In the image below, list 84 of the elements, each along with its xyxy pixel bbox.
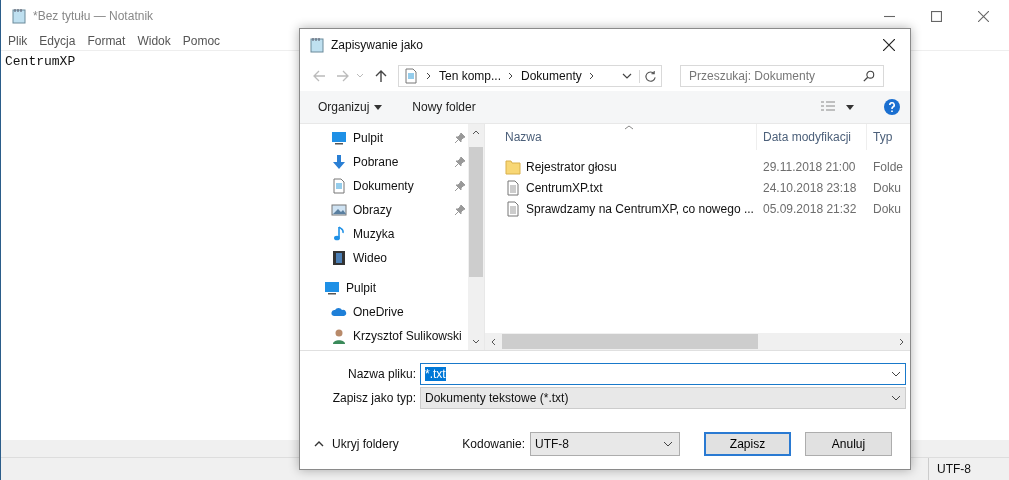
text-file-icon [505,200,521,217]
chevron-right-icon[interactable] [426,72,432,80]
menu-item[interactable]: Widok [137,34,171,48]
pin-icon[interactable] [455,205,465,215]
encoding-dropdown[interactable]: UTF-8 [530,432,680,456]
file-date: 24.10.2018 23:18 [762,180,858,195]
organize-menu-button[interactable]: Organizuj [318,100,383,114]
status-encoding: UTF-8 [936,462,972,476]
file-date: 05.09.2018 21:32 [762,201,858,216]
close-icon[interactable] [883,39,895,51]
monitor-icon [324,280,340,296]
breadcrumb-item[interactable]: Ten komp... [439,69,502,83]
nav-item[interactable]: Pulpit [300,126,468,150]
chevron-right-icon[interactable] [588,72,595,80]
breadcrumb-item[interactable]: Dokumenty [521,69,582,83]
scroll-down-icon[interactable] [472,339,480,344]
filename-field[interactable]: *.txt [420,363,906,385]
nav-item[interactable]: OneDrive [300,300,468,324]
chevron-right-icon[interactable] [508,72,515,80]
vertical-scrollbar[interactable] [468,124,484,350]
menu-item[interactable]: Pomoc [182,34,221,48]
chevron-down-icon[interactable] [891,371,901,377]
cancel-button[interactable]: Anuluj [805,432,892,456]
pin-icon[interactable] [455,157,465,167]
file-name[interactable]: CentrumXP.txt [526,180,603,195]
column-header[interactable]: Typ [867,124,910,150]
nav-item[interactable]: Obrazy [300,198,468,222]
dialog-title: Zapisywanie jako [331,38,424,52]
user-icon [331,328,347,344]
nav-item[interactable]: Dokumenty [300,174,468,198]
field-label: Zapisz jako typ: [331,391,417,405]
menu-item[interactable]: Edycja [39,34,76,48]
nav-item[interactable]: Krzysztof Sulikowski [300,324,468,348]
pin-icon[interactable] [455,133,465,143]
help-icon[interactable] [884,99,900,115]
file-type: Folde [872,159,905,174]
editor-text: CentrumXP [5,54,76,69]
field-label: Nazwa pliku: [346,367,417,381]
maximize-icon[interactable] [931,10,942,22]
nav-item[interactable]: Pulpit [300,276,468,300]
nav-item[interactable]: Wideo [300,246,468,270]
folder-icon [505,158,521,175]
field-label: Kodowanie: [462,437,525,451]
new-folder-button[interactable]: Nowy folder [412,100,476,114]
scroll-left-icon[interactable] [491,337,496,346]
monitor-icon [331,130,347,146]
file-name[interactable]: Sprawdzamy na CentrumXP, co nowego ... [526,201,754,216]
chevron-up-icon [314,441,324,447]
scroll-up-icon[interactable] [472,130,480,135]
caret-down-icon [374,104,383,110]
menu-item[interactable]: Format [87,34,126,48]
save-button[interactable]: Zapisz [704,432,791,456]
pin-icon[interactable] [455,181,465,191]
film-icon [331,250,347,266]
document-icon [403,68,419,84]
menu-item[interactable]: Plik [8,34,28,48]
dropdown-arrow-icon[interactable] [846,104,854,110]
window-title: *Bez tytułu — Notatnik [33,9,154,23]
file-name[interactable]: Rejestrator głosu [526,159,617,174]
text-file-icon [505,179,521,196]
nav-item[interactable]: Muzyka [300,222,468,246]
file-type-dropdown[interactable]: Dokumenty tekstowe (*.txt) [420,387,906,409]
document-icon [331,178,347,194]
search-field[interactable]: Przeszukaj: Dokumenty [680,65,884,87]
file-type: Doku [872,180,902,195]
search-icon[interactable] [863,70,875,82]
address-bar[interactable]: Ten komp... Dokumenty [398,65,662,87]
scroll-right-icon[interactable] [899,337,904,346]
notepad-icon [309,37,325,53]
horizontal-scrollbar[interactable] [485,333,910,350]
music-note-icon [331,226,347,242]
chevron-down-icon[interactable] [622,72,632,80]
column-header[interactable]: Nazwa [485,124,757,150]
column-header[interactable]: Data modyfikacji [757,124,867,150]
file-type: Doku [872,201,902,216]
notepad-icon [11,8,27,24]
up-arrow-icon[interactable] [374,69,388,83]
download-icon [331,154,347,170]
nav-item[interactable]: Pobrane [300,150,468,174]
image-icon [331,202,347,218]
file-date: 29.11.2018 21:00 [762,159,857,174]
chevron-down-icon[interactable] [891,395,901,401]
hide-folders-button[interactable]: Ukryj foldery [314,437,399,451]
chevron-down-icon[interactable] [663,441,673,447]
